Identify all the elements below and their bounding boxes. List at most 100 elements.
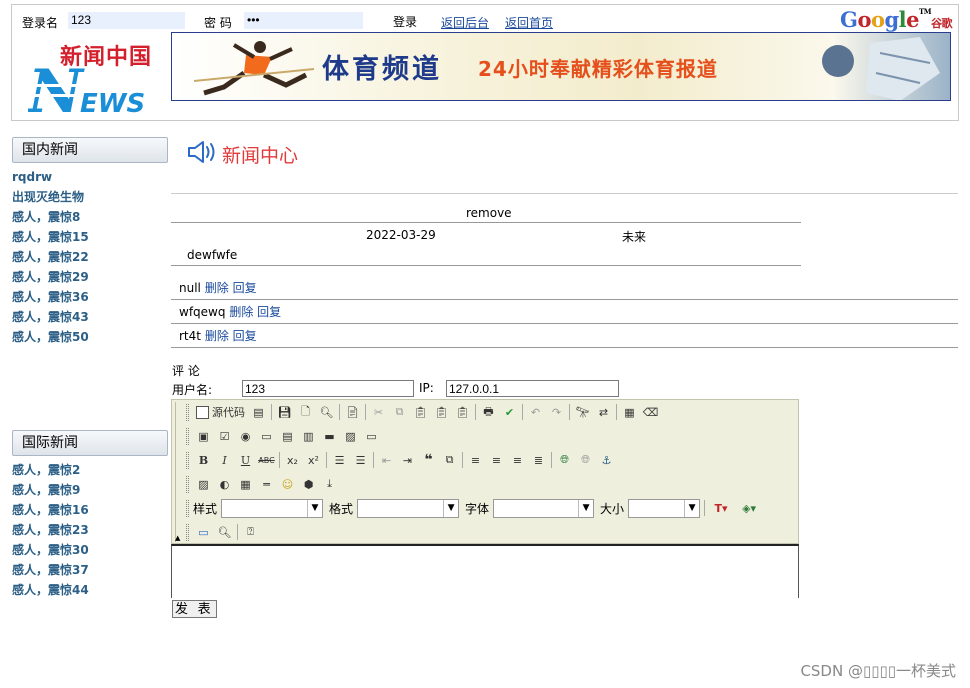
- banner-title: 体育频道: [322, 54, 442, 85]
- preview-icon[interactable]: 🔍︎: [316, 402, 337, 422]
- domestic-news-item[interactable]: 感人，震惊43: [12, 307, 89, 327]
- save-icon[interactable]: 💾︎: [274, 402, 295, 422]
- template-icon[interactable]: ▤: [248, 402, 269, 422]
- domestic-news-item[interactable]: 感人，震惊15: [12, 227, 89, 247]
- smiley-icon[interactable]: ☺: [277, 474, 298, 494]
- show-blocks-icon[interactable]: 🔍︎: [214, 522, 235, 542]
- templates-icon[interactable]: 📄︎: [342, 402, 363, 422]
- comment-editor-area[interactable]: [171, 544, 799, 598]
- article-author: 未来: [622, 230, 647, 244]
- select-field-icon[interactable]: ▥: [298, 426, 319, 446]
- collapse-toolbar-icon[interactable]: ▲: [175, 534, 180, 542]
- delete-comment-button[interactable]: 删除: [205, 281, 229, 295]
- intl-news-item[interactable]: 感人，震惊30: [12, 540, 89, 560]
- link-icon[interactable]: 🌐︎: [554, 450, 575, 470]
- text-color-icon[interactable]: T▾: [707, 498, 735, 518]
- back-admin-link[interactable]: 返回后台: [441, 14, 489, 31]
- textarea-icon[interactable]: ▤: [277, 426, 298, 446]
- ordered-list-icon[interactable]: ☰: [329, 450, 350, 470]
- google-logo[interactable]: GoogleTM谷歌: [840, 7, 952, 32]
- paste-text-icon[interactable]: 📋︎: [431, 402, 452, 422]
- strike-button[interactable]: ABC: [256, 450, 277, 470]
- page-break-icon[interactable]: ⤓: [319, 474, 340, 494]
- new-page-icon[interactable]: 🗋: [295, 402, 316, 422]
- reply-comment-button[interactable]: 回复: [233, 281, 257, 295]
- about-icon[interactable]: ⍰: [240, 522, 261, 542]
- replace-icon[interactable]: ⇄: [593, 402, 614, 422]
- unordered-list-icon[interactable]: ☰: [350, 450, 371, 470]
- radio-icon[interactable]: ◉: [235, 426, 256, 446]
- align-right-icon[interactable]: ≡: [507, 450, 528, 470]
- outdent-icon[interactable]: ⇤: [376, 450, 397, 470]
- undo-icon[interactable]: ↶: [525, 402, 546, 422]
- superscript-icon[interactable]: x²: [303, 450, 324, 470]
- horizontal-rule-icon[interactable]: ═: [256, 474, 277, 494]
- comment-user-input[interactable]: [242, 380, 414, 397]
- remove-format-icon[interactable]: ⌫: [640, 402, 661, 422]
- login-button[interactable]: 登录: [393, 13, 417, 30]
- size-select[interactable]: ▼: [628, 498, 701, 518]
- align-justify-icon[interactable]: ≣: [528, 450, 549, 470]
- domestic-news-item[interactable]: 感人，震惊50: [12, 327, 89, 347]
- domestic-news-item[interactable]: 感人，震惊8: [12, 207, 89, 227]
- blockquote-icon[interactable]: ❝: [418, 450, 439, 470]
- delete-comment-button[interactable]: 删除: [205, 329, 229, 343]
- select-all-icon[interactable]: ▦: [619, 402, 640, 422]
- delete-comment-button[interactable]: 删除: [229, 305, 253, 319]
- anchor-icon[interactable]: ⚓︎: [596, 450, 617, 470]
- flash-icon[interactable]: ◐: [214, 474, 235, 494]
- image-icon[interactable]: ▨: [193, 474, 214, 494]
- bold-button[interactable]: B: [193, 450, 214, 470]
- domestic-news-item[interactable]: 感人，震惊22: [12, 247, 89, 267]
- page-header: 登录名 密 码 登录 返回后台 返回首页 GoogleTM谷歌 新闻中国 N E…: [11, 4, 959, 127]
- reply-comment-button[interactable]: 回复: [233, 329, 257, 343]
- table-icon[interactable]: ▦: [235, 474, 256, 494]
- checkbox-icon[interactable]: ☑: [214, 426, 235, 446]
- maximize-icon[interactable]: ▭: [193, 522, 214, 542]
- domestic-news-item[interactable]: 感人，震惊36: [12, 287, 89, 307]
- style-select[interactable]: ▼: [221, 498, 324, 518]
- spellcheck-icon[interactable]: ✔: [499, 402, 520, 422]
- intl-news-item[interactable]: 感人，震惊44: [12, 580, 89, 600]
- back-home-link[interactable]: 返回首页: [505, 14, 553, 31]
- find-icon[interactable]: 🔭︎: [572, 402, 593, 422]
- print-icon[interactable]: 🖶: [478, 402, 499, 422]
- italic-button[interactable]: I: [214, 450, 235, 470]
- special-char-icon[interactable]: ⬢: [298, 474, 319, 494]
- reply-comment-button[interactable]: 回复: [257, 305, 281, 319]
- copy-icon[interactable]: ⧉: [389, 402, 410, 422]
- intl-news-item[interactable]: 感人，震惊16: [12, 500, 89, 520]
- intl-news-item[interactable]: 感人，震惊9: [12, 480, 89, 500]
- align-center-icon[interactable]: ≡: [486, 450, 507, 470]
- unlink-icon[interactable]: 🌐︎: [575, 450, 596, 470]
- format-select[interactable]: ▼: [357, 498, 460, 518]
- intl-news-item[interactable]: 感人，震惊2: [12, 460, 89, 480]
- hidden-field-icon[interactable]: ▭: [361, 426, 382, 446]
- font-select[interactable]: ▼: [493, 498, 595, 518]
- cut-icon[interactable]: ✂: [368, 402, 389, 422]
- redo-icon[interactable]: ↷: [546, 402, 567, 422]
- indent-icon[interactable]: ⇥: [397, 450, 418, 470]
- button-field-icon[interactable]: ▬: [319, 426, 340, 446]
- paste-word-icon[interactable]: 📋︎: [452, 402, 473, 422]
- image-button-icon[interactable]: ▨: [340, 426, 361, 446]
- source-icon: [196, 405, 209, 419]
- creatediv-icon[interactable]: ⧉: [439, 450, 460, 470]
- bg-color-icon[interactable]: ◈▾: [735, 498, 763, 518]
- username-input[interactable]: [68, 12, 185, 29]
- align-left-icon[interactable]: ≡: [465, 450, 486, 470]
- submit-comment-button[interactable]: 发 表: [172, 600, 217, 618]
- password-input[interactable]: [244, 12, 363, 29]
- intl-news-item[interactable]: 感人，震惊23: [12, 520, 89, 540]
- source-button[interactable]: 源代码: [193, 402, 248, 422]
- domestic-news-item[interactable]: 感人，震惊29: [12, 267, 89, 287]
- domestic-news-item[interactable]: 出现灭绝生物: [12, 187, 89, 207]
- underline-button[interactable]: U: [235, 450, 256, 470]
- comment-ip-input[interactable]: [446, 380, 619, 397]
- intl-news-item[interactable]: 感人，震惊37: [12, 560, 89, 580]
- paste-icon[interactable]: 📋︎: [410, 402, 431, 422]
- subscript-icon[interactable]: x₂: [282, 450, 303, 470]
- domestic-news-item[interactable]: rqdrw: [12, 167, 89, 187]
- form-icon[interactable]: ▣: [193, 426, 214, 446]
- textfield-icon[interactable]: ▭: [256, 426, 277, 446]
